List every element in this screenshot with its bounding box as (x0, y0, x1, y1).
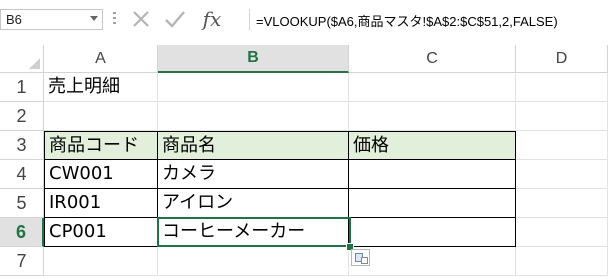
cell-c3[interactable]: 価格 (349, 131, 516, 160)
row-header-1[interactable]: 1 (0, 73, 44, 102)
cell-a7[interactable] (44, 247, 158, 276)
cell-c6[interactable] (349, 218, 516, 247)
select-all-button[interactable] (0, 45, 44, 73)
select-all-icon (29, 58, 40, 69)
cell-d4[interactable] (516, 160, 608, 189)
column-header-b[interactable]: B (158, 45, 349, 73)
cell-c1[interactable] (349, 73, 516, 102)
cell-d3[interactable] (516, 131, 608, 160)
name-box[interactable]: B6 (0, 9, 103, 30)
cell-a3[interactable]: 商品コード (44, 131, 158, 160)
cell-d6[interactable] (516, 218, 608, 247)
autofill-options-button[interactable] (351, 249, 370, 266)
formula-text: =VLOOKUP($A6,商品マスタ!$A$2:$C$51,2,FALSE) (256, 14, 558, 29)
row-header-3[interactable]: 3 (0, 131, 44, 160)
cell-c7[interactable] (349, 247, 516, 276)
column-header-c[interactable]: C (349, 45, 516, 73)
checkmark-icon[interactable] (161, 6, 189, 32)
cell-b7[interactable] (158, 247, 349, 276)
cell-c4[interactable] (349, 160, 516, 189)
row-header-6[interactable]: 6 (0, 218, 44, 247)
cell-b2[interactable] (158, 102, 349, 131)
cell-c5[interactable] (349, 189, 516, 218)
insert-function-button[interactable]: fx (195, 6, 229, 32)
cell-a4[interactable]: CW001 (44, 160, 158, 189)
cell-b5[interactable]: アイロン (158, 189, 349, 218)
cell-d7[interactable] (516, 247, 608, 276)
splitter-handle[interactable] (113, 12, 116, 27)
cell-b4[interactable]: カメラ (158, 160, 349, 189)
cell-c2[interactable] (349, 102, 516, 131)
cell-b3[interactable]: 商品名 (158, 131, 349, 160)
formula-bar: B6 fx =VLOOKUP($A6,商品マスタ!$A$2:$C$51,2,FA… (0, 0, 608, 38)
column-header-d[interactable]: D (516, 45, 608, 73)
cell-b1[interactable] (158, 73, 349, 102)
cell-d5[interactable] (516, 189, 608, 218)
cell-d1[interactable] (516, 73, 608, 102)
cell-d2[interactable] (516, 102, 608, 131)
cell-b6[interactable]: コーヒーメーカー (158, 218, 349, 247)
cell-a6[interactable]: CP001 (44, 218, 158, 247)
cell-a2[interactable] (44, 102, 158, 131)
row-header-7[interactable]: 7 (0, 247, 44, 276)
row-header-2[interactable]: 2 (0, 102, 44, 131)
row-header-5[interactable]: 5 (0, 189, 44, 218)
row-header-4[interactable]: 4 (0, 160, 44, 189)
worksheet-grid: A B C D 1 2 3 4 5 6 7 売上明細 商品コード 商品名 価格 … (0, 45, 608, 279)
chevron-down-icon[interactable] (90, 16, 98, 21)
formula-input[interactable]: =VLOOKUP($A6,商品マスタ!$A$2:$C$51,2,FALSE) (249, 9, 608, 30)
formula-bar-buttons: fx (127, 6, 229, 32)
cancel-x-icon[interactable] (127, 6, 155, 32)
cell-a1[interactable]: 売上明細 (44, 73, 158, 102)
column-header-a[interactable]: A (44, 45, 158, 73)
name-box-value: B6 (6, 12, 22, 27)
paste-icon (361, 257, 368, 264)
cell-a5[interactable]: IR001 (44, 189, 158, 218)
